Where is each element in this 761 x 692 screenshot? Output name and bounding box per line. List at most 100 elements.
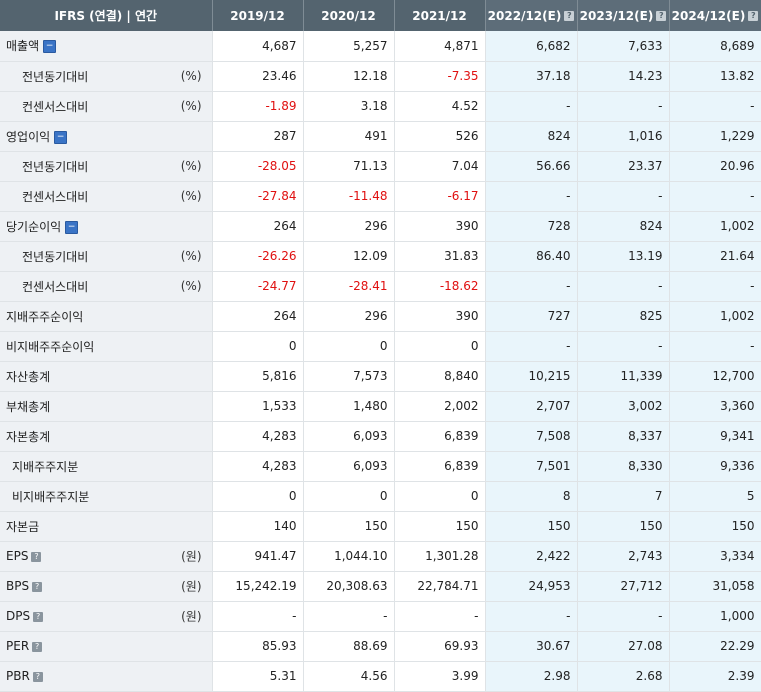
value-cell: 5.31	[212, 661, 304, 692]
value-cell: 6,093	[303, 421, 395, 452]
value-cell: 264	[212, 211, 304, 242]
value-cell: 8,689	[669, 31, 761, 62]
value-cell: 24,953	[485, 571, 578, 602]
table-row: 전년동기대비 (%) -26.26 12.09 31.83 86.40 13.19 21.64	[0, 241, 761, 272]
help-icon[interactable]: ?	[748, 11, 759, 21]
value-cell: -	[485, 331, 578, 362]
table-row: 매출액 −4,687 5,257 4,871 6,682 7,633 8,689	[0, 31, 761, 62]
help-icon[interactable]: ?	[564, 11, 575, 21]
collapse-toggle-icon[interactable]: −	[65, 220, 79, 234]
financial-summary-table: IFRS (연결) | 연간 2019/12 2020/12 2021/12 2…	[0, 0, 761, 692]
help-icon[interactable]: ?	[656, 11, 667, 21]
value-cell: 9,341	[669, 421, 761, 452]
help-icon[interactable]: ?	[32, 671, 43, 682]
row-label: DPS	[6, 609, 31, 623]
table-title: IFRS (연결) | 연간	[0, 0, 213, 31]
year-header: 2019/12	[212, 0, 304, 31]
value-cell: 20,308.63	[303, 571, 395, 602]
value-cell: 12.18	[303, 61, 395, 92]
row-label-cell: 전년동기대비 (%)	[0, 241, 213, 272]
help-icon[interactable]: ?	[32, 641, 43, 652]
value-cell: 4.56	[303, 661, 395, 692]
value-cell: 12.09	[303, 241, 395, 272]
value-cell: 140	[212, 511, 304, 542]
row-label-cell: 컨센서스대비 (%)	[0, 181, 213, 212]
row-label: 컨센서스대비	[22, 99, 89, 114]
value-cell: 287	[212, 121, 304, 152]
value-cell: 2,707	[485, 391, 578, 422]
value-cell: 0	[394, 481, 486, 512]
value-cell: -	[485, 91, 578, 122]
value-cell: 30.67	[485, 631, 578, 662]
value-cell: 824	[485, 121, 578, 152]
value-cell: -	[577, 331, 670, 362]
row-label-cell: 영업이익 −	[0, 121, 213, 152]
value-cell: -1.89	[212, 91, 304, 122]
value-cell: -7.35	[394, 61, 486, 92]
value-cell: -	[577, 91, 670, 122]
help-icon[interactable]: ?	[32, 581, 43, 592]
value-cell: 150	[577, 511, 670, 542]
value-cell: 0	[303, 331, 395, 362]
collapse-toggle-icon[interactable]: −	[43, 40, 57, 54]
value-cell: -	[577, 271, 670, 302]
unit-label: (원)	[181, 579, 202, 594]
value-cell: 2,002	[394, 391, 486, 422]
value-cell: 824	[577, 211, 670, 242]
row-label-cell: 자본총계	[0, 421, 213, 452]
value-cell: -27.84	[212, 181, 304, 212]
value-cell: 2,422	[485, 541, 578, 572]
value-cell: 3,334	[669, 541, 761, 572]
row-label-cell: BPS? (원)	[0, 571, 213, 602]
table-row: EPS? (원) 941.47 1,044.10 1,301.28 2,422 2,743 3…	[0, 541, 761, 572]
value-cell: 27,712	[577, 571, 670, 602]
value-cell: 2.39	[669, 661, 761, 692]
value-cell: 1,000	[669, 601, 761, 632]
row-label: 자산총계	[6, 369, 51, 384]
value-cell: 20.96	[669, 151, 761, 182]
value-cell: 27.08	[577, 631, 670, 662]
table-row: 지배주주순이익 264 296 390 727 825 1,002	[0, 301, 761, 332]
row-label: 자본총계	[6, 429, 51, 444]
forecast-year-header: 2023/12(E)?	[577, 0, 670, 31]
unit-label: (%)	[180, 249, 202, 263]
value-cell: 5,257	[303, 31, 395, 62]
help-icon[interactable]: ?	[33, 611, 44, 622]
value-cell: 7,633	[577, 31, 670, 62]
value-cell: 14.23	[577, 61, 670, 92]
unit-label: (%)	[180, 69, 202, 83]
value-cell: -28.41	[303, 271, 395, 302]
value-cell: 31,058	[669, 571, 761, 602]
value-cell: 0	[212, 481, 304, 512]
row-label: 자본금	[6, 519, 40, 534]
value-cell: 11,339	[577, 361, 670, 392]
table-row: 부채총계 1,533 1,480 2,002 2,707 3,002 3,360	[0, 391, 761, 422]
value-cell: 69.93	[394, 631, 486, 662]
collapse-toggle-icon[interactable]: −	[54, 130, 68, 144]
value-cell: 727	[485, 301, 578, 332]
help-icon[interactable]: ?	[31, 551, 42, 562]
value-cell: -26.26	[212, 241, 304, 272]
value-cell: 3,360	[669, 391, 761, 422]
value-cell: 150	[485, 511, 578, 542]
table-row: 자본총계 4,283 6,093 6,839 7,508 8,337 9,341	[0, 421, 761, 452]
value-cell: -	[303, 601, 395, 632]
value-cell: 10,215	[485, 361, 578, 392]
value-cell: 1,229	[669, 121, 761, 152]
value-cell: -18.62	[394, 271, 486, 302]
value-cell: 6,839	[394, 421, 486, 452]
value-cell: 2,743	[577, 541, 670, 572]
value-cell: 88.69	[303, 631, 395, 662]
row-label-cell: 부채총계	[0, 391, 213, 422]
table-row: 자산총계 5,816 7,573 8,840 10,215 11,339 12,700	[0, 361, 761, 392]
value-cell: -	[669, 331, 761, 362]
value-cell: 22.29	[669, 631, 761, 662]
value-cell: 150	[394, 511, 486, 542]
row-label: 영업이익	[6, 129, 51, 144]
table-row: PBR? 5.31 4.56 3.99 2.98 2.68 2.39	[0, 661, 761, 692]
value-cell: 0	[212, 331, 304, 362]
value-cell: 526	[394, 121, 486, 152]
value-cell: -	[485, 271, 578, 302]
value-cell: 9,336	[669, 451, 761, 482]
value-cell: 3.18	[303, 91, 395, 122]
